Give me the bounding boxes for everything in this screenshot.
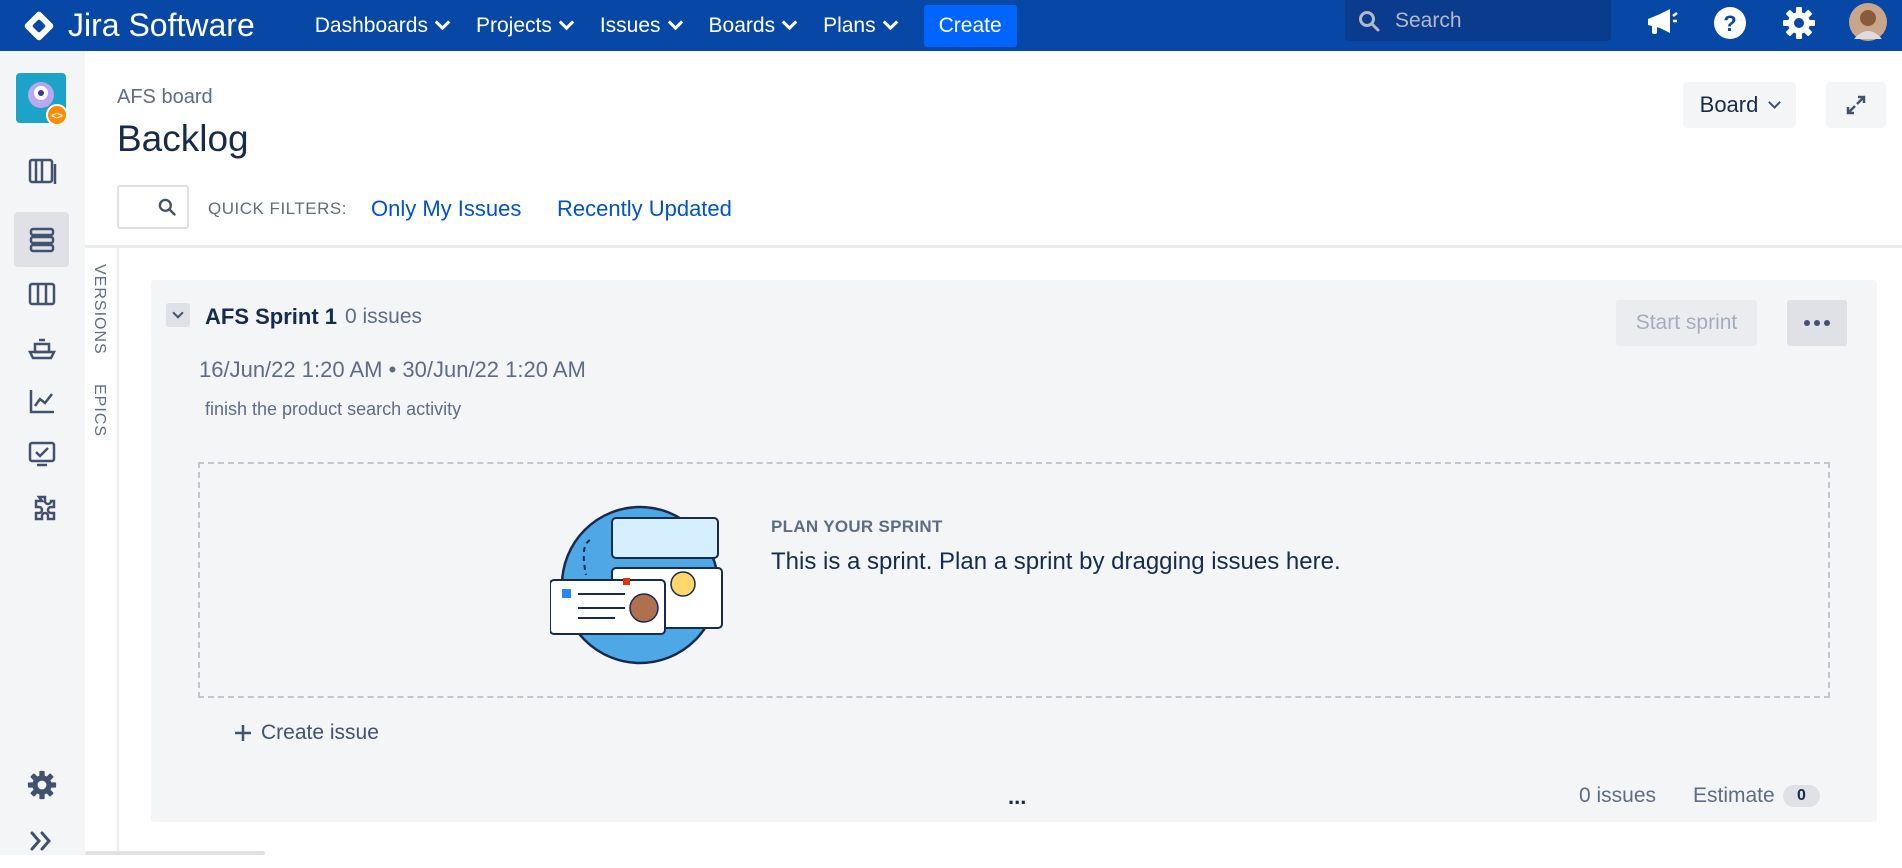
sprint-dates: 16/Jun/22 1:20 AM • 30/Jun/22 1:20 AM bbox=[199, 357, 586, 382]
create-issue-label: Create issue bbox=[261, 721, 379, 744]
expand-icon bbox=[1846, 95, 1866, 115]
breadcrumb[interactable]: AFS board bbox=[117, 86, 213, 109]
nav-plans-label: Plans bbox=[823, 13, 876, 37]
roadmap-icon[interactable] bbox=[14, 143, 69, 198]
tab-versions[interactable]: VERSIONS bbox=[90, 264, 108, 355]
chevron-down-icon bbox=[667, 14, 683, 31]
filter-only-my-issues[interactable]: Only My Issues bbox=[371, 196, 521, 222]
top-navigation: Jira Software Dashboards Projects Issues… bbox=[0, 0, 1902, 51]
releases-icon[interactable] bbox=[14, 319, 69, 374]
nav-projects[interactable]: Projects bbox=[475, 13, 575, 38]
avatar[interactable] bbox=[1849, 3, 1887, 41]
chevron-down-icon bbox=[434, 14, 451, 31]
estimate-badge: 0 bbox=[1783, 785, 1820, 807]
sprint-dropzone[interactable]: PLAN YOUR SPRINT This is a sprint. Plan … bbox=[198, 462, 1830, 698]
create-issue-button[interactable]: Create issue bbox=[233, 721, 379, 745]
search-icon bbox=[1359, 10, 1380, 31]
sprint-footer-issue-count: 0 issues bbox=[1579, 784, 1657, 807]
chevron-down-icon bbox=[558, 14, 575, 31]
help-icon[interactable]: ? bbox=[1713, 6, 1747, 40]
plan-sprint-heading: PLAN YOUR SPRINT bbox=[771, 517, 943, 536]
create-button[interactable]: Create bbox=[923, 4, 1017, 47]
search-input[interactable] bbox=[1393, 7, 1597, 34]
svg-text:?: ? bbox=[1723, 11, 1736, 36]
issues-icon[interactable] bbox=[14, 426, 69, 481]
reports-icon[interactable] bbox=[14, 373, 69, 428]
fullscreen-button[interactable] bbox=[1826, 82, 1886, 128]
global-search[interactable] bbox=[1345, 0, 1611, 41]
chevron-down-icon bbox=[882, 14, 898, 31]
horizontal-scrollbar[interactable] bbox=[85, 851, 265, 855]
sprint-more-button[interactable] bbox=[1787, 300, 1847, 346]
sprint-footer-more[interactable]: ... bbox=[1008, 784, 1026, 810]
logo-text: Jira Software bbox=[68, 7, 255, 43]
sprint-issue-count: 0 issues bbox=[345, 305, 423, 328]
backlog-search-input[interactable] bbox=[117, 185, 189, 229]
project-settings-icon[interactable] bbox=[14, 757, 69, 812]
svg-text:<>: <> bbox=[51, 111, 63, 122]
filter-recently-updated[interactable]: Recently Updated bbox=[557, 196, 732, 222]
sprint-collapse-toggle[interactable] bbox=[166, 303, 190, 327]
plan-sprint-text: This is a sprint. Plan a sprint by dragg… bbox=[771, 548, 1341, 575]
nav-plans[interactable]: Plans bbox=[823, 13, 898, 38]
sprint-goal: finish the product search activity bbox=[205, 399, 462, 419]
start-sprint-button[interactable]: Start sprint bbox=[1616, 300, 1757, 346]
nav-dashboards-label: Dashboards bbox=[314, 13, 428, 37]
apps-icon[interactable] bbox=[14, 480, 69, 535]
backlog-icon[interactable] bbox=[14, 212, 69, 267]
nav-dashboards[interactable]: Dashboards bbox=[314, 13, 451, 38]
chevron-down-icon bbox=[781, 14, 798, 31]
project-sidebar: <> bbox=[0, 51, 85, 855]
board-icon[interactable] bbox=[14, 266, 69, 321]
project-avatar-icon[interactable]: <> bbox=[16, 73, 68, 125]
board-button-label: Board bbox=[1699, 92, 1759, 117]
chevron-down-icon bbox=[1768, 96, 1782, 109]
sprint-name: AFS Sprint 1 bbox=[205, 304, 338, 329]
plus-icon bbox=[235, 725, 251, 741]
search-icon bbox=[158, 198, 176, 216]
chevron-down-icon bbox=[172, 307, 184, 319]
quick-filters-label: QUICK FILTERS: bbox=[208, 199, 347, 218]
nav-boards[interactable]: Boards bbox=[708, 13, 798, 38]
nav-boards-label: Boards bbox=[708, 13, 776, 37]
jira-diamond-icon bbox=[23, 9, 55, 42]
expand-sidebar-icon[interactable] bbox=[14, 813, 69, 868]
nav-issues[interactable]: Issues bbox=[599, 13, 683, 38]
notifications-megaphone-icon[interactable] bbox=[1644, 6, 1678, 40]
tab-epics[interactable]: EPICS bbox=[90, 384, 108, 437]
header-divider bbox=[85, 245, 1902, 248]
nav-issues-label: Issues bbox=[599, 13, 661, 37]
settings-gear-icon[interactable] bbox=[1782, 6, 1816, 40]
board-dropdown-button[interactable]: Board bbox=[1683, 82, 1796, 128]
side-tabs-divider bbox=[117, 248, 119, 855]
nav-menu: Dashboards Projects Issues Boards Plans … bbox=[314, 4, 1017, 47]
nav-projects-label: Projects bbox=[475, 13, 552, 37]
plan-sprint-illustration bbox=[550, 505, 723, 665]
jira-logo[interactable]: Jira Software bbox=[23, 7, 255, 44]
estimate-label: Estimate bbox=[1693, 784, 1775, 807]
more-icon bbox=[1804, 320, 1830, 326]
page-title: Backlog bbox=[117, 118, 249, 159]
sprint-container: AFS Sprint 1 0 issues Start sprint 16/Ju… bbox=[151, 280, 1877, 822]
